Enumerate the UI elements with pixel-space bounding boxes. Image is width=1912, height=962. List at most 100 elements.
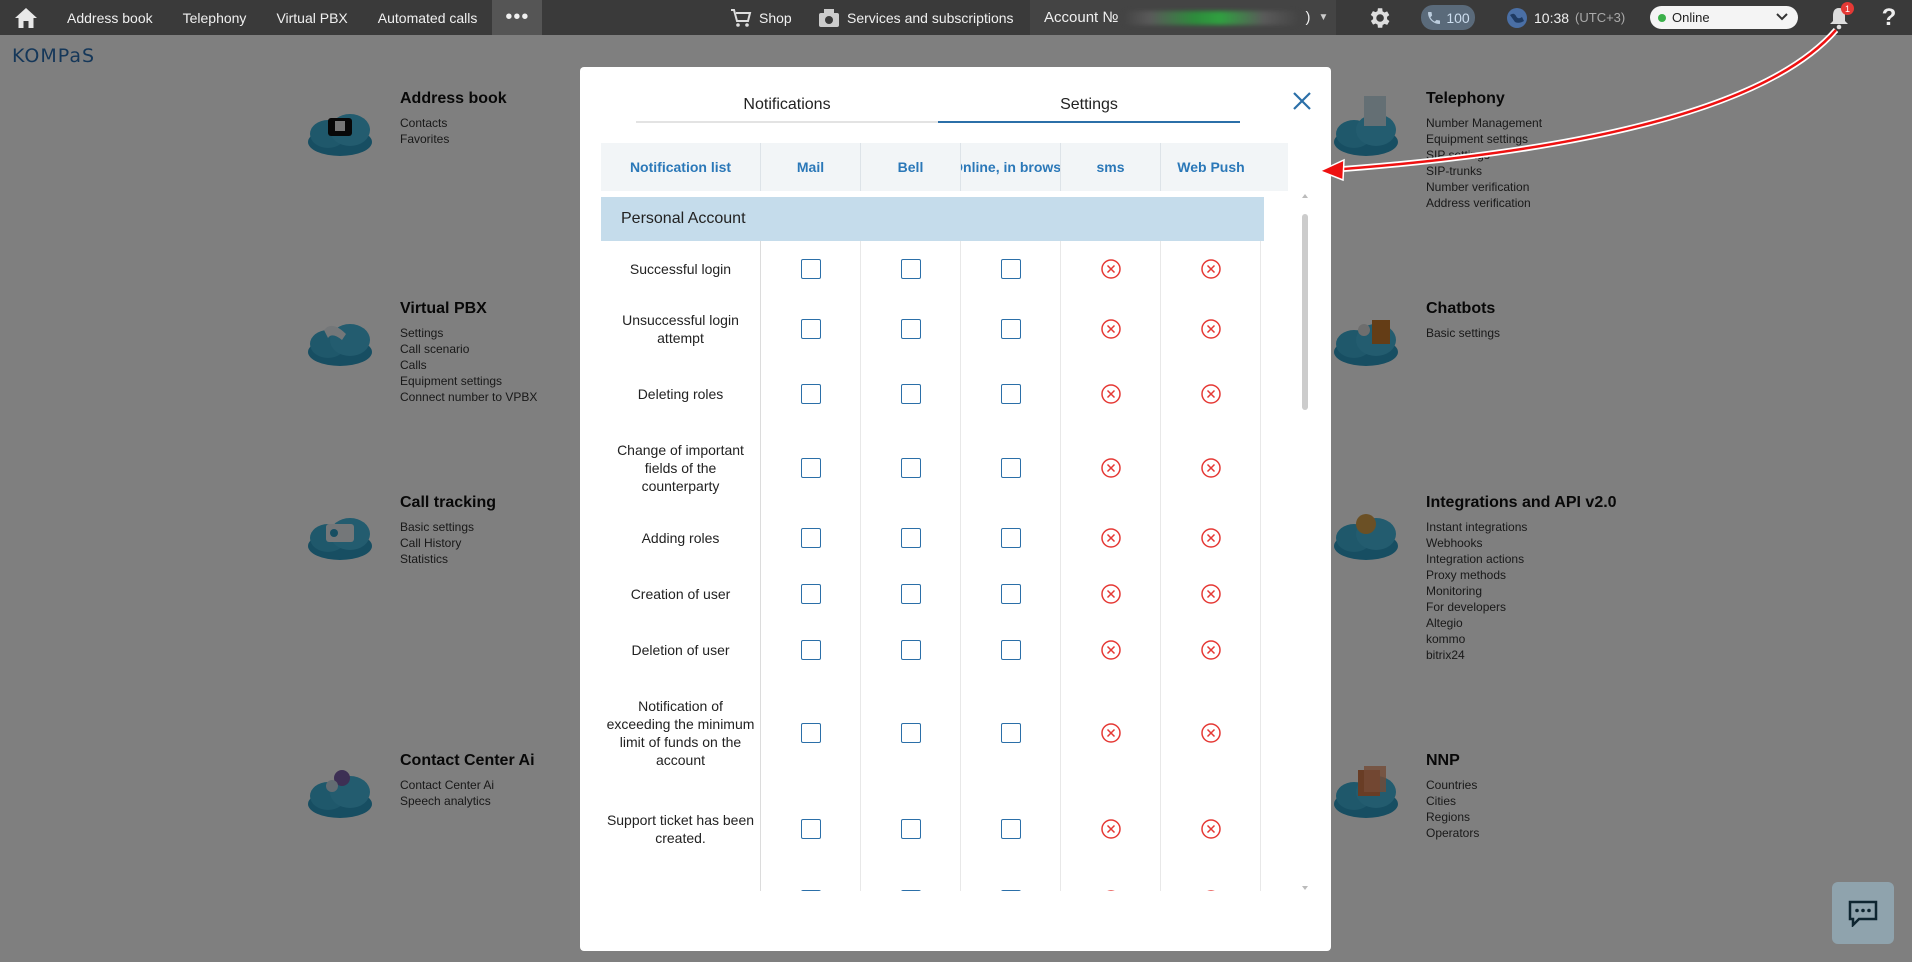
chat-button[interactable] (1832, 882, 1894, 944)
nav-virtual-pbx[interactable]: Virtual PBX (261, 0, 362, 35)
unavailable-x-circle-icon (1100, 384, 1121, 404)
services-link[interactable]: Services and subscriptions (818, 0, 1014, 35)
clock-timezone: (UTC+3) (1575, 10, 1626, 25)
channel-cell (861, 678, 961, 788)
unavailable-x-circle-icon (1200, 458, 1221, 478)
channel-cell (961, 426, 1061, 510)
channel-cell (1061, 296, 1161, 362)
chevron-down-icon (1776, 13, 1788, 21)
gear-icon[interactable] (1364, 0, 1394, 35)
checkbox[interactable] (900, 819, 921, 839)
channel-cell (961, 296, 1061, 362)
table-row: Adding roles (601, 510, 1264, 566)
column-header: Online, in browse (961, 143, 1061, 191)
checkbox[interactable] (900, 384, 921, 404)
unavailable-x-circle-icon (1100, 640, 1121, 660)
checkbox[interactable] (800, 819, 821, 839)
channel-cell (761, 510, 861, 566)
checkbox[interactable] (1000, 723, 1021, 743)
checkbox[interactable] (1000, 584, 1021, 604)
column-header: Web Push (1177, 159, 1245, 175)
checkbox[interactable] (900, 640, 921, 660)
checkbox[interactable] (800, 640, 821, 660)
status-select[interactable]: Online (1650, 6, 1798, 29)
checkbox[interactable] (800, 528, 821, 548)
table-row: Creation of user (601, 566, 1264, 622)
nav-automated-calls[interactable]: Automated calls (363, 0, 493, 35)
nav-telephony[interactable]: Telephony (168, 0, 262, 35)
checkbox[interactable] (800, 458, 821, 478)
notification-name: Adding roles (601, 510, 761, 566)
checkbox[interactable] (900, 458, 921, 478)
checkbox[interactable] (900, 584, 921, 604)
call-balance-badge[interactable]: 100 (1421, 5, 1475, 30)
balance-value: 100 (1446, 9, 1470, 26)
cart-icon (731, 8, 752, 27)
table-row: Support ticket status (601, 870, 1264, 891)
channel-cell (761, 296, 861, 362)
nav-address-book[interactable]: Address book (52, 0, 168, 35)
tab-notifications[interactable]: Notifications (636, 89, 938, 123)
channel-cell (1061, 870, 1161, 891)
column-header: Bell (861, 143, 961, 191)
table-scrollbar[interactable] (1300, 192, 1310, 890)
channel-cell (1161, 678, 1261, 788)
checkbox[interactable] (900, 528, 921, 548)
help-icon[interactable]: ? (1874, 0, 1904, 35)
channel-cell (861, 362, 961, 426)
globe-icon (1507, 7, 1527, 28)
notification-name: Support ticket status (601, 870, 761, 891)
checkbox[interactable] (1000, 528, 1021, 548)
tab-settings[interactable]: Settings (938, 89, 1240, 123)
channel-cell (1161, 296, 1261, 362)
notification-name: Notification of exceeding the minimum li… (601, 678, 761, 788)
scroll-up-icon[interactable] (1300, 192, 1310, 200)
notification-name: Successful login (601, 241, 761, 296)
chevron-down-icon: ▼ (1318, 12, 1329, 23)
checkbox[interactable] (1000, 819, 1021, 839)
notifications-bell-icon[interactable]: 1 (1824, 0, 1854, 35)
checkbox[interactable] (1000, 319, 1021, 339)
account-number-redacted (1124, 10, 1300, 25)
channel-cell (1161, 241, 1261, 296)
unavailable-x-circle-icon (1100, 458, 1121, 478)
checkbox[interactable] (800, 384, 821, 404)
checkbox[interactable] (1000, 890, 1021, 891)
home-icon[interactable] (0, 0, 52, 35)
scroll-down-icon[interactable] (1300, 884, 1310, 892)
close-icon[interactable] (1290, 89, 1314, 113)
checkbox[interactable] (800, 319, 821, 339)
checkbox[interactable] (800, 723, 821, 743)
checkbox[interactable] (1000, 640, 1021, 660)
clock-widget: 10:38 (UTC+3) (1506, 0, 1625, 35)
checkbox[interactable] (800, 258, 821, 279)
checkbox[interactable] (800, 890, 821, 891)
channel-cell (761, 870, 861, 891)
checkbox[interactable] (1000, 458, 1021, 478)
checkbox[interactable] (800, 584, 821, 604)
checkbox[interactable] (1000, 384, 1021, 404)
shop-link[interactable]: Shop (730, 0, 792, 35)
checkbox[interactable] (1000, 258, 1021, 279)
account-label: Account № (1044, 9, 1119, 26)
channel-cell (1161, 788, 1261, 870)
checkbox[interactable] (900, 723, 921, 743)
channel-cell (1061, 241, 1161, 296)
checkbox[interactable] (900, 258, 921, 279)
account-selector[interactable]: Account № ) ▼ (1030, 0, 1336, 35)
more-menu-button[interactable]: ••• (492, 0, 543, 35)
channel-cell (1061, 566, 1161, 622)
unavailable-x-circle-icon (1206, 890, 1215, 891)
scrollbar-thumb[interactable] (1302, 214, 1308, 410)
unavailable-x-circle-icon (1100, 723, 1121, 743)
notification-name: Support ticket has been created. (601, 788, 761, 870)
table-row: Change of important fields of the counte… (601, 426, 1264, 510)
channel-cell (861, 566, 961, 622)
checkbox[interactable] (900, 319, 921, 339)
column-header: Notification list (601, 143, 761, 191)
notification-name: Change of important fields of the counte… (601, 426, 761, 510)
checkbox[interactable] (900, 890, 921, 891)
table-header: Notification list Mail Bell Online, in b… (601, 143, 1288, 191)
account-suffix: ) (1305, 9, 1311, 26)
unavailable-x-circle-icon (1200, 528, 1221, 548)
